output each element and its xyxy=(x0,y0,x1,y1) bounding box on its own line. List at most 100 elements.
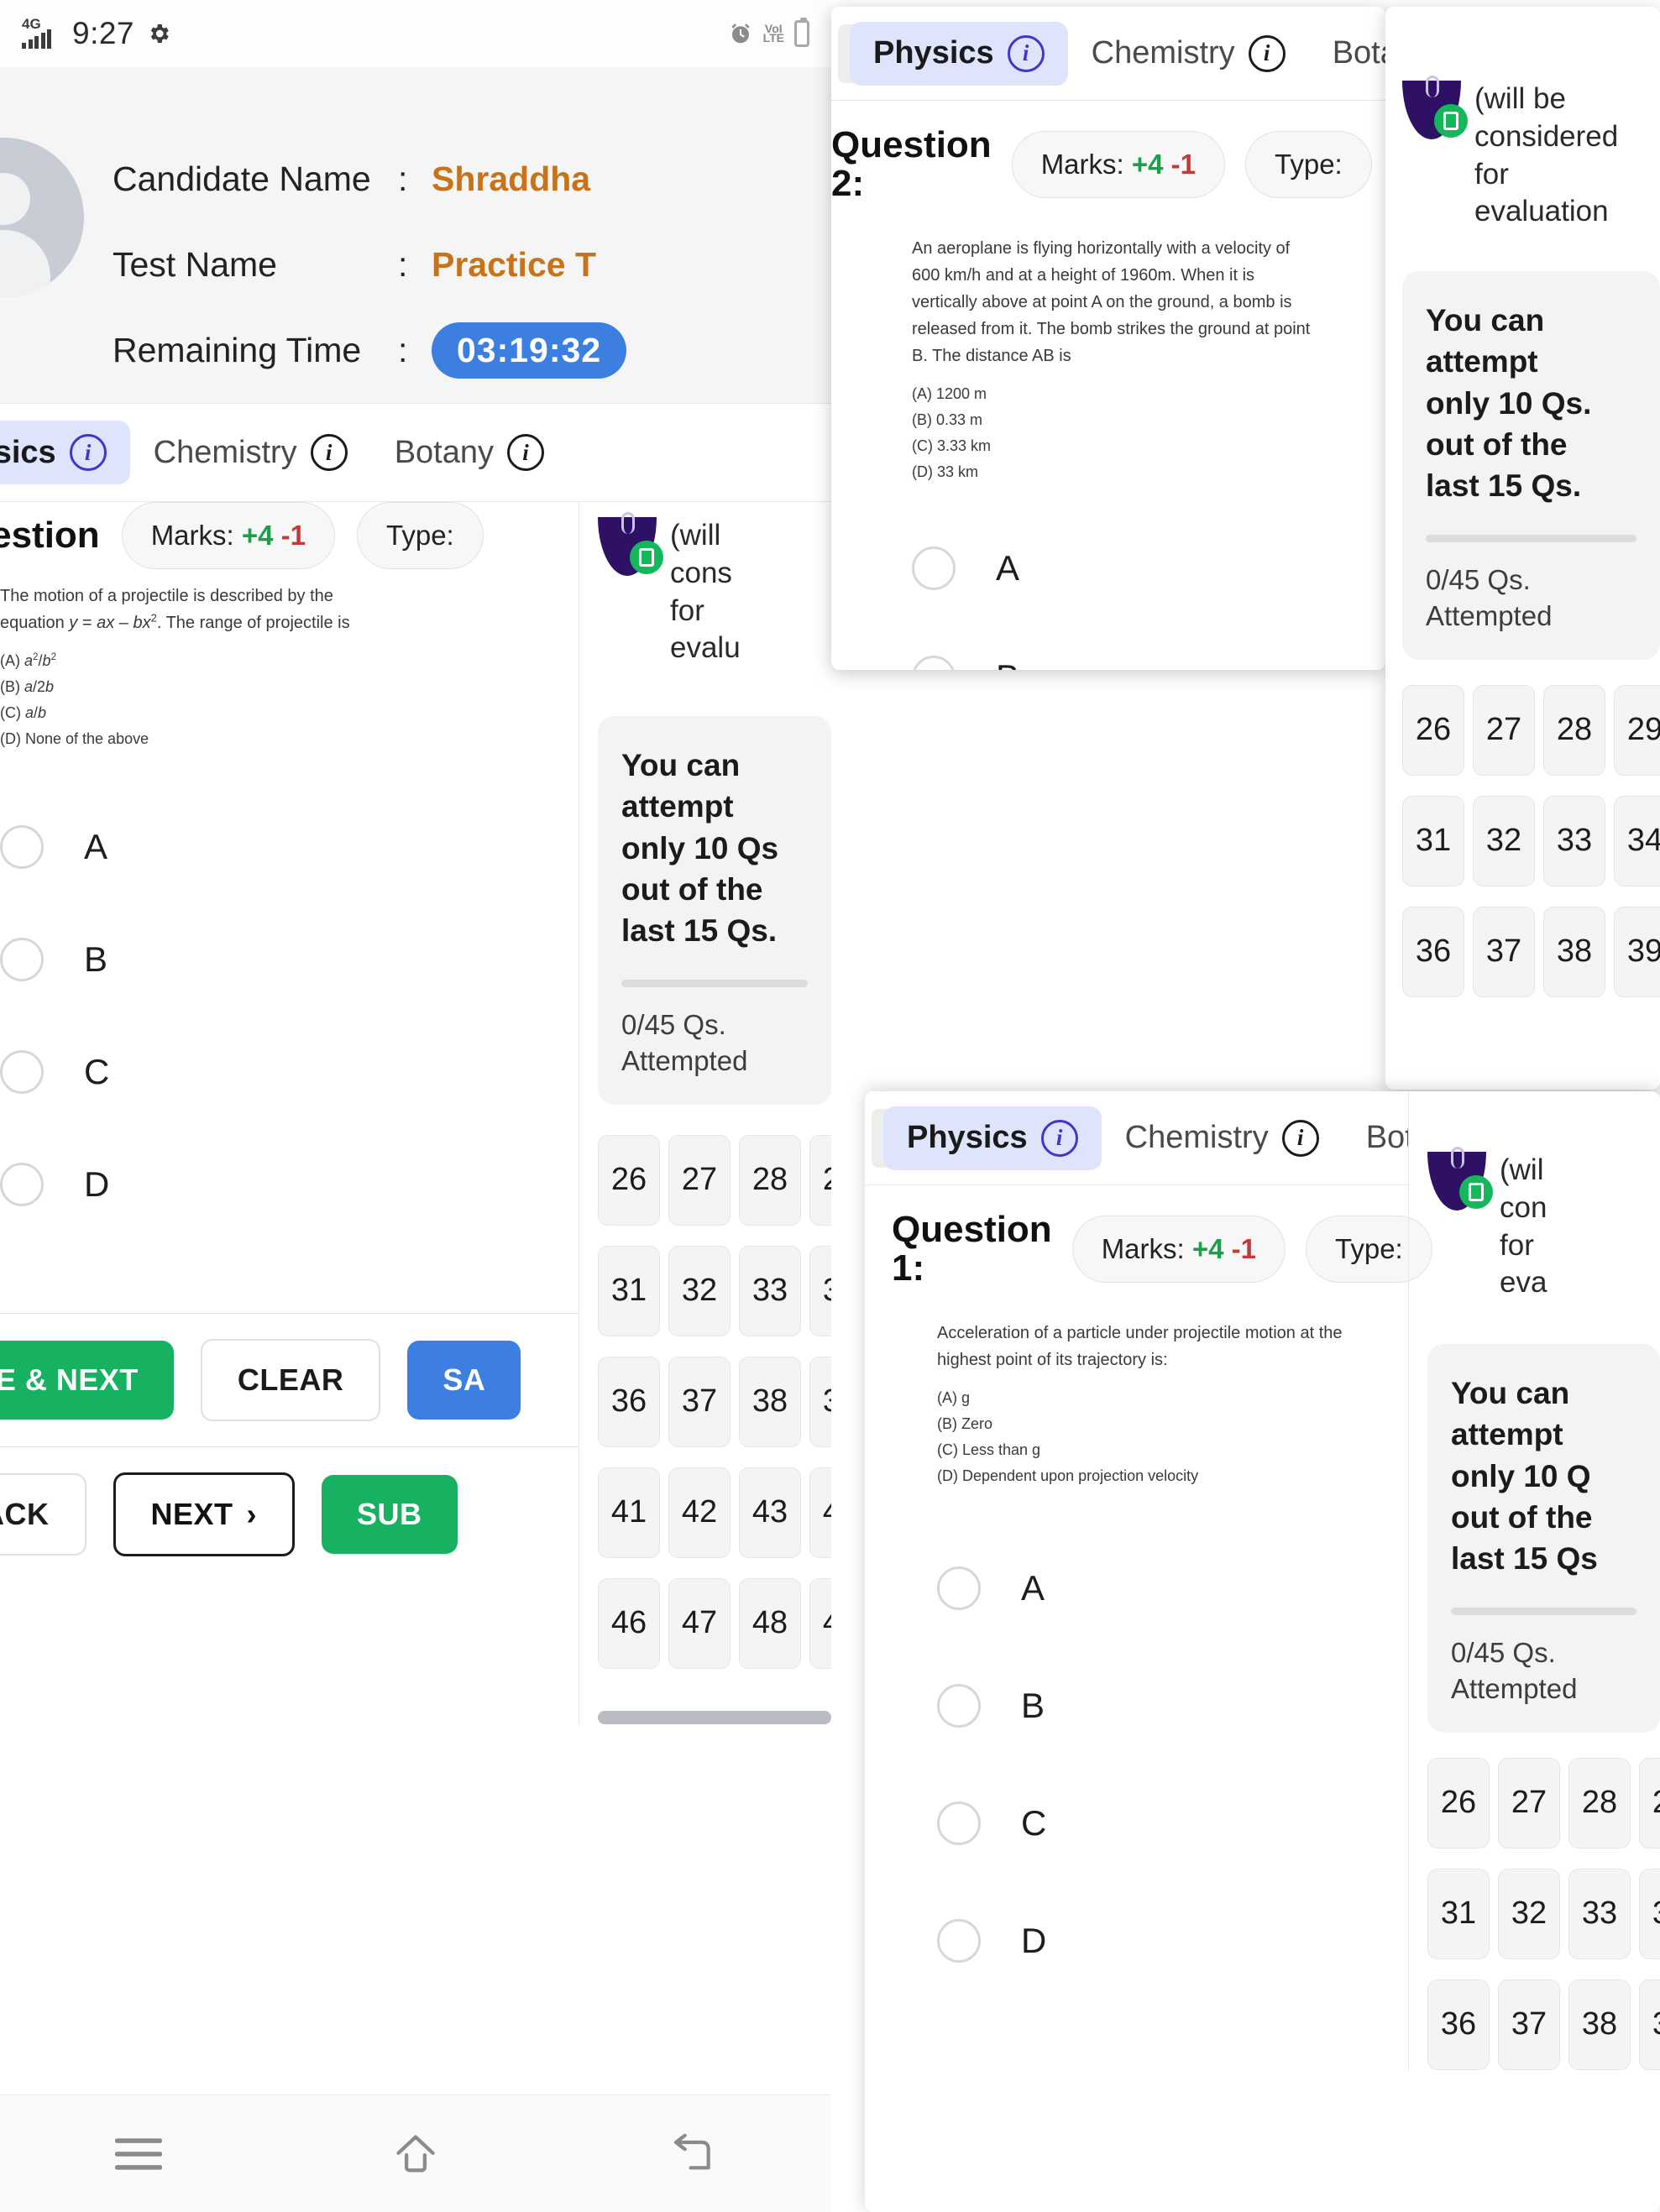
subject-tab-strip[interactable]: ‹ Physics i Chemistry i Botany i xyxy=(865,1091,1408,1185)
info-icon[interactable]: i xyxy=(1007,34,1045,72)
number-row[interactable]: 36 37 38 39 40 xyxy=(1402,906,1660,997)
question-number-cell[interactable]: 38 xyxy=(1543,906,1605,997)
question-number-cell[interactable]: 26 xyxy=(1427,1757,1490,1849)
tab-botany[interactable]: Botany i xyxy=(1343,1106,1408,1170)
radio-c[interactable] xyxy=(0,1049,44,1094)
subject-tab-strip[interactable]: ‹ Physics i Chemistry i Botany i Zo › xyxy=(831,7,1385,101)
radio-b[interactable] xyxy=(912,656,956,670)
question-number-cell[interactable]: 29 xyxy=(1639,1757,1660,1849)
home-icon[interactable] xyxy=(391,2131,440,2177)
choice-row-a[interactable]: A xyxy=(937,1530,1408,1647)
question-number-cell[interactable]: 48 xyxy=(739,1577,801,1669)
choice-row-d[interactable]: D xyxy=(937,1882,1408,2000)
info-icon[interactable]: i xyxy=(1281,1119,1319,1157)
choice-row-b[interactable]: B xyxy=(937,1647,1408,1765)
question-number-cell[interactable]: 47 xyxy=(668,1577,731,1669)
number-row[interactable]: 31 32 33 34 35 xyxy=(1427,1868,1660,1959)
radio-b[interactable] xyxy=(0,937,44,981)
question-number-grid[interactable]: 26 27 28 29 30 31 32 33 34 35 36 37 38 3… xyxy=(1402,684,1660,997)
question-number-cell[interactable]: 28 xyxy=(1543,684,1605,776)
question-number-cell[interactable]: 33 xyxy=(1568,1868,1631,1959)
tab-physics[interactable]: Physics i xyxy=(0,421,130,484)
question-number-cell[interactable]: 39 xyxy=(1614,906,1660,997)
question-number-cell[interactable]: 39 xyxy=(1639,1979,1660,2070)
question-number-cell[interactable]: 28 xyxy=(1568,1757,1631,1849)
number-row[interactable]: 31 32 33 34 35 xyxy=(598,1245,831,1336)
question-number-cell[interactable]: 34 xyxy=(809,1245,831,1336)
question-number-cell[interactable]: 31 xyxy=(1427,1868,1490,1959)
question-number-cell[interactable]: 33 xyxy=(1543,795,1605,886)
question-number-cell[interactable]: 36 xyxy=(1402,906,1464,997)
radio-a[interactable] xyxy=(937,1566,981,1611)
next-button[interactable]: NEXT › xyxy=(113,1472,296,1556)
choice-row-d[interactable]: D xyxy=(0,1128,555,1241)
number-row[interactable]: 26 27 28 29 30 xyxy=(1427,1757,1660,1849)
question-number-grid[interactable]: 26 27 28 29 30 31 32 33 34 35 36 37 38 xyxy=(598,1134,831,1724)
question-number-cell[interactable]: 38 xyxy=(739,1356,801,1447)
number-row[interactable]: 41 42 43 44 45 xyxy=(598,1467,831,1558)
save-and-mark-button[interactable]: SA xyxy=(407,1340,521,1420)
horizontal-scrollbar[interactable] xyxy=(598,1710,831,1724)
question-number-cell[interactable]: 42 xyxy=(668,1467,731,1558)
question-number-cell[interactable]: 37 xyxy=(668,1356,731,1447)
back-icon[interactable] xyxy=(669,2132,716,2176)
tab-chemistry[interactable]: Chemistry i xyxy=(1068,22,1309,86)
submit-button[interactable]: SUB xyxy=(322,1474,458,1554)
back-button[interactable]: ‹ BACK xyxy=(0,1472,86,1556)
radio-b[interactable] xyxy=(937,1684,981,1728)
question-number-cell[interactable]: 29 xyxy=(1614,684,1660,776)
menu-icon[interactable] xyxy=(114,2136,162,2172)
tab-chemistry[interactable]: Chemistry i xyxy=(130,421,371,484)
answer-choice-list[interactable]: A B C D xyxy=(0,752,555,1241)
question-number-cell[interactable]: 31 xyxy=(598,1245,660,1336)
question-number-cell[interactable]: 43 xyxy=(739,1467,801,1558)
number-row[interactable]: 31 32 33 34 35 xyxy=(1402,795,1660,886)
info-icon[interactable]: i xyxy=(1248,34,1286,72)
question-number-cell[interactable]: 44 xyxy=(809,1467,831,1558)
question-number-cell[interactable]: 36 xyxy=(1427,1979,1490,2070)
question-number-cell[interactable]: 32 xyxy=(668,1245,731,1336)
question-number-cell[interactable]: 29 xyxy=(809,1134,831,1226)
question-number-cell[interactable]: 28 xyxy=(739,1134,801,1226)
choice-row-c[interactable]: C xyxy=(937,1765,1408,1882)
question-number-cell[interactable]: 27 xyxy=(1498,1757,1560,1849)
question-number-cell[interactable]: 26 xyxy=(1402,684,1464,776)
choice-row-a[interactable]: A xyxy=(912,514,1385,623)
question-number-cell[interactable]: 34 xyxy=(1614,795,1660,886)
number-row[interactable]: 46 47 48 49 50 xyxy=(598,1577,831,1669)
tab-physics[interactable]: Physics i xyxy=(883,1106,1102,1170)
info-icon[interactable]: i xyxy=(310,434,348,471)
info-icon[interactable]: i xyxy=(1040,1119,1078,1157)
save-and-next-button[interactable]: SAVE & NEXT xyxy=(0,1340,174,1420)
android-nav-bar[interactable] xyxy=(0,2094,831,2212)
clear-button[interactable]: CLEAR xyxy=(200,1338,381,1421)
question-number-cell[interactable]: 36 xyxy=(598,1356,660,1447)
info-icon[interactable]: i xyxy=(69,434,107,471)
choice-row-a[interactable]: A xyxy=(0,791,555,903)
question-number-cell[interactable]: 33 xyxy=(739,1245,801,1336)
question-number-cell[interactable]: 41 xyxy=(598,1467,660,1558)
question-number-cell[interactable]: 37 xyxy=(1473,906,1535,997)
number-row[interactable]: 26 27 28 29 30 xyxy=(1402,684,1660,776)
question-number-cell[interactable]: 32 xyxy=(1498,1868,1560,1959)
radio-a[interactable] xyxy=(912,546,956,591)
info-icon[interactable]: i xyxy=(507,434,544,471)
number-row[interactable]: 36 37 38 39 40 xyxy=(1427,1979,1660,2070)
choice-row-c[interactable]: C xyxy=(0,1016,555,1128)
radio-d[interactable] xyxy=(937,1919,981,1964)
question-number-cell[interactable]: 49 xyxy=(809,1577,831,1669)
tab-chemistry[interactable]: Chemistry i xyxy=(1102,1106,1343,1170)
number-row[interactable]: 26 27 28 29 30 xyxy=(598,1134,831,1226)
question-number-cell[interactable]: 32 xyxy=(1473,795,1535,886)
radio-c[interactable] xyxy=(937,1801,981,1846)
radio-d[interactable] xyxy=(0,1162,44,1206)
answer-choice-list[interactable]: A B C D xyxy=(937,1489,1408,2000)
radio-a[interactable] xyxy=(0,824,44,869)
question-number-cell[interactable]: 37 xyxy=(1498,1979,1560,2070)
question-number-cell[interactable]: 38 xyxy=(1568,1979,1631,2070)
tab-botany[interactable]: Botany i xyxy=(371,421,568,484)
answer-choice-list[interactable]: A B C D xyxy=(912,485,1385,670)
question-number-cell[interactable]: 27 xyxy=(1473,684,1535,776)
question-number-cell[interactable]: 34 xyxy=(1639,1868,1660,1959)
number-row[interactable]: 36 37 38 39 40 xyxy=(598,1356,831,1447)
